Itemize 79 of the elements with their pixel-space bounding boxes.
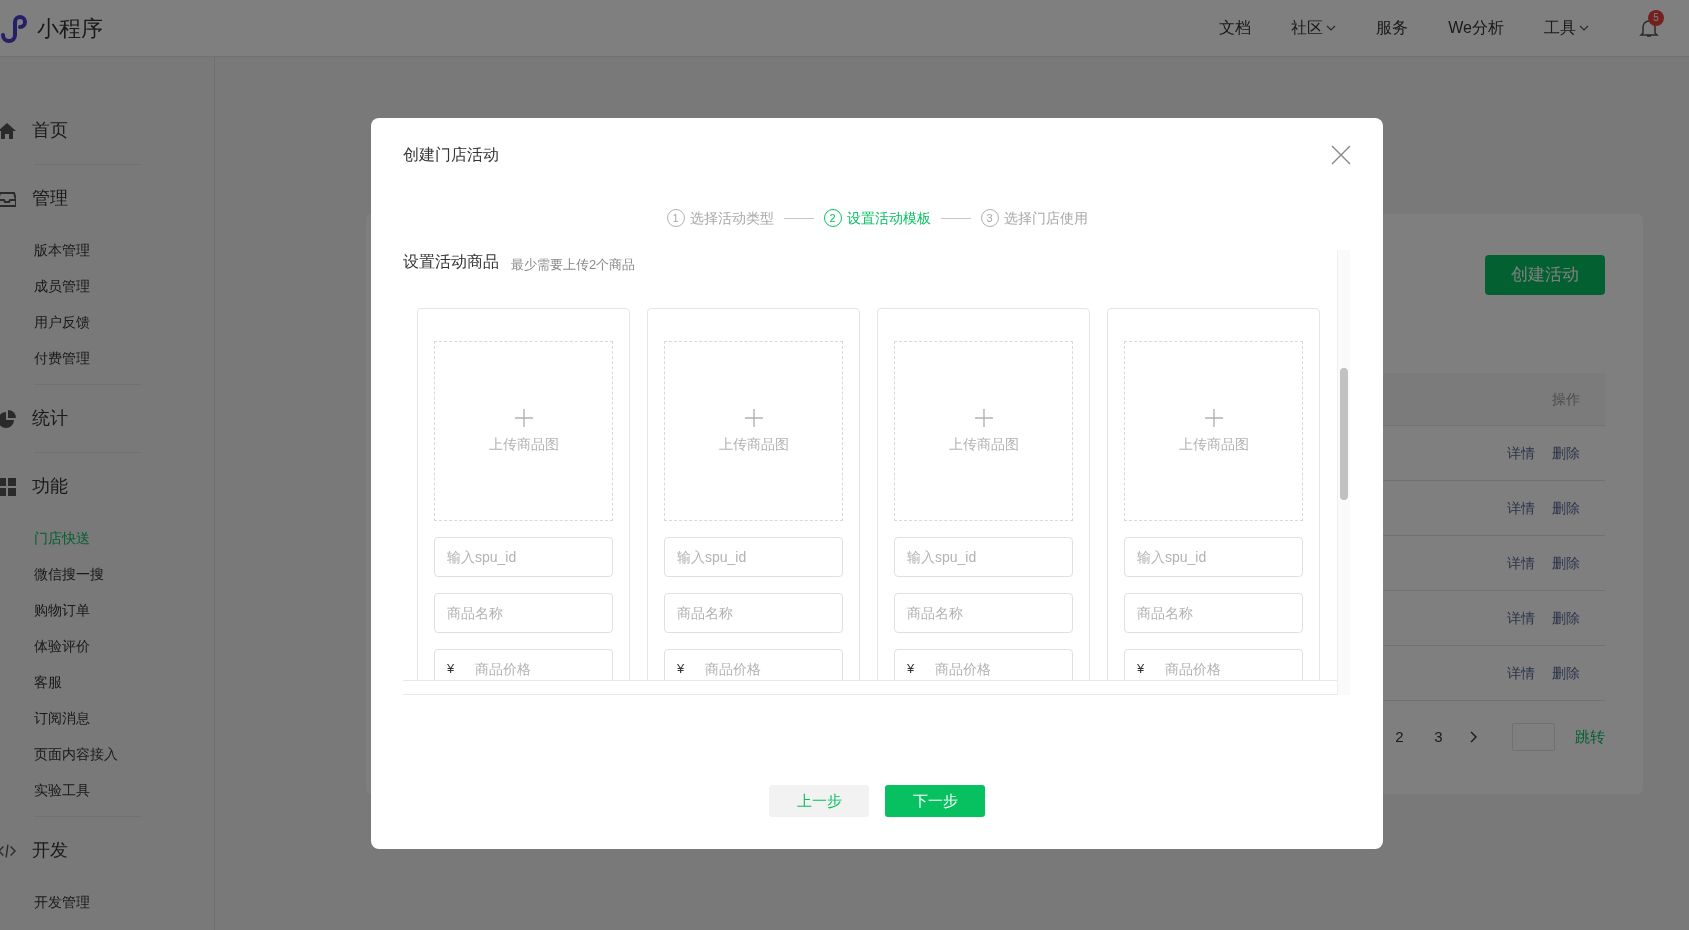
action-link[interactable]: 删除 xyxy=(1552,442,1580,464)
caret-icon xyxy=(1579,25,1589,31)
page-number[interactable]: 2 xyxy=(1380,725,1419,749)
close-icon xyxy=(1331,145,1351,165)
currency-symbol: ¥ xyxy=(907,660,915,678)
spu-id-field[interactable]: 输入spu_id xyxy=(664,537,843,577)
pie-chart-icon xyxy=(0,409,16,428)
plus-icon xyxy=(743,407,764,428)
action-link[interactable]: 删除 xyxy=(1552,497,1580,519)
currency-symbol: ¥ xyxy=(1137,660,1145,678)
nav-link[interactable]: We分析 xyxy=(1448,16,1504,40)
upload-label: 上传商品图 xyxy=(718,434,789,454)
modal-title: 创建门店活动 xyxy=(403,145,499,165)
action-link[interactable]: 详情 xyxy=(1507,662,1535,684)
action-link[interactable]: 删除 xyxy=(1552,552,1580,574)
spu-id-field[interactable]: 输入spu_id xyxy=(434,537,613,577)
nav-link[interactable]: 社区 xyxy=(1291,16,1337,40)
sidebar-item[interactable]: 体验评价 xyxy=(0,628,145,664)
action-link[interactable]: 删除 xyxy=(1552,662,1580,684)
product-name-field[interactable]: 商品名称 xyxy=(1124,593,1303,633)
sidebar-item[interactable]: 页面内容接入 xyxy=(0,736,145,772)
upload-label: 上传商品图 xyxy=(488,434,559,454)
sidebar-item[interactable]: 成员管理 xyxy=(0,268,145,304)
sidebar-item[interactable]: 付费管理 xyxy=(0,340,145,376)
sidebar-section[interactable]: 管理 xyxy=(32,185,68,212)
sidebar-section[interactable]: 功能 xyxy=(32,473,68,500)
sidebar-section[interactable]: 开发 xyxy=(32,837,68,864)
scrollbar-thumb[interactable] xyxy=(1340,368,1348,500)
plus-icon xyxy=(973,407,994,428)
nav-link[interactable]: 工具 xyxy=(1544,16,1589,40)
currency-symbol: ¥ xyxy=(447,660,455,678)
logo-icon[interactable] xyxy=(0,13,30,43)
next-page-icon[interactable] xyxy=(1470,731,1478,743)
step-label: 选择门店使用 xyxy=(1003,208,1088,228)
product-name-field[interactable]: 商品名称 xyxy=(894,593,1073,633)
spu-id-field[interactable]: 输入spu_id xyxy=(1124,537,1303,577)
sidebar-item[interactable]: 客服 xyxy=(0,664,145,700)
close-button[interactable] xyxy=(1331,145,1351,165)
sidebar-item[interactable]: 用户反馈 xyxy=(0,304,145,340)
sidebar-section[interactable]: 首页 xyxy=(32,117,68,144)
section-title: 设置活动商品 xyxy=(403,252,499,272)
sidebar-item[interactable]: 版本管理 xyxy=(0,232,145,268)
action-link[interactable]: 详情 xyxy=(1507,552,1535,574)
action-link[interactable]: 详情 xyxy=(1507,607,1535,629)
upload-area[interactable]: 上传商品图 xyxy=(664,341,843,521)
sidebar-item[interactable]: 订阅消息 xyxy=(0,700,145,736)
upload-label: 上传商品图 xyxy=(1178,434,1249,454)
sidebar-item[interactable]: 购物订单 xyxy=(0,592,145,628)
grid-icon xyxy=(0,477,16,496)
tray-icon xyxy=(0,189,16,208)
plus-icon xyxy=(1203,407,1224,428)
step-label: 设置活动模板 xyxy=(846,208,931,228)
upload-area[interactable]: 上传商品图 xyxy=(434,341,613,521)
sidebar-item[interactable]: 实验工具 xyxy=(0,772,145,808)
notification-badge: 5 xyxy=(1648,10,1664,26)
sidebar-item[interactable]: 微信搜一搜 xyxy=(0,556,145,592)
page-number[interactable]: 3 xyxy=(1419,725,1458,749)
action-link[interactable]: 删除 xyxy=(1552,607,1580,629)
upload-area[interactable]: 上传商品图 xyxy=(1124,341,1303,521)
section-hint: 最少需要上传2个商品 xyxy=(511,255,636,274)
next-step-button[interactable]: 下一步 xyxy=(885,785,985,817)
nav-link[interactable]: 文档 xyxy=(1219,16,1252,40)
plus-icon xyxy=(513,407,534,428)
nav-link[interactable]: 服务 xyxy=(1376,16,1409,40)
upload-label: 上传商品图 xyxy=(948,434,1019,454)
step-label: 选择活动类型 xyxy=(689,208,774,228)
home-icon xyxy=(0,121,16,140)
sidebar-item[interactable]: 开发管理 xyxy=(0,884,145,920)
action-link[interactable]: 详情 xyxy=(1507,497,1535,519)
previous-step-button[interactable]: 上一步 xyxy=(769,785,869,817)
spu-id-field[interactable]: 输入spu_id xyxy=(894,537,1073,577)
sidebar-section[interactable]: 统计 xyxy=(32,405,68,432)
caret-icon xyxy=(1326,25,1337,31)
product-name-field[interactable]: 商品名称 xyxy=(664,593,843,633)
upload-area[interactable]: 上传商品图 xyxy=(894,341,1073,521)
currency-symbol: ¥ xyxy=(677,660,685,678)
app-name: 小程序 xyxy=(37,14,103,43)
action-link[interactable]: 详情 xyxy=(1507,442,1535,464)
product-name-field[interactable]: 商品名称 xyxy=(434,593,613,633)
